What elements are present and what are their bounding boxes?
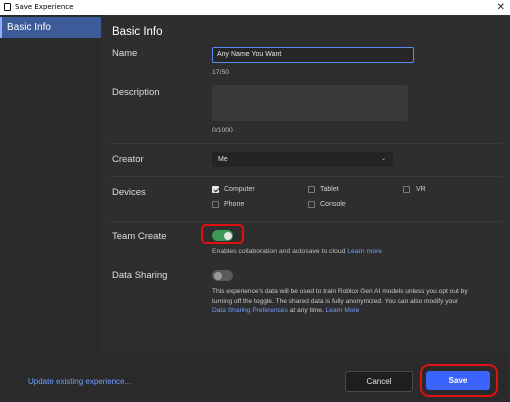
divider [110,221,502,222]
window-title: Save Experience [15,3,74,11]
creator-value: Me [218,156,228,163]
divider [110,176,502,177]
checkbox-label-computer: Computer [224,186,255,193]
name-input[interactable]: Any Name You Want [212,47,414,63]
checkbox-computer[interactable] [212,186,219,193]
data-sharing-label: Data Sharing [112,270,168,281]
chevron-down-icon: ⌄ [380,156,386,162]
team-create-label: Team Create [112,231,167,242]
data-sharing-learn-more-link[interactable]: Learn More [326,307,360,314]
checkbox-vr[interactable] [403,186,410,193]
checkbox-label-console: Console [320,201,346,208]
main-panel: Basic Info Name Any Name You Want 17/50 … [101,15,510,367]
team-create-help-text: Enables collaboration and autosave to cl… [212,248,346,255]
checkbox-console[interactable] [308,201,315,208]
name-char-counter: 17/50 [212,69,230,76]
checkbox-label-tablet: Tablet [320,186,339,193]
data-sharing-toggle[interactable] [212,270,233,281]
data-sharing-help-line3: Data Sharing Preferences at any time. Le… [212,306,507,316]
roblox-studio-icon [4,3,11,11]
close-icon[interactable]: ✕ [497,0,505,15]
checkbox-label-vr: VR [416,186,426,193]
sidebar: Basic Info [0,15,102,402]
creator-label: Creator [112,154,144,165]
divider [110,143,502,144]
title-bar: Save Experience ✕ [0,0,510,15]
sidebar-item-basic-info[interactable]: Basic Info [0,17,101,38]
team-create-learn-more-link[interactable]: Learn more [347,248,382,255]
data-sharing-help-mid: at any time. [287,307,326,314]
checkbox-label-phone: Phone [224,201,245,208]
creator-select[interactable]: Me ⌄ [212,152,393,167]
highlight-annotation [420,364,498,397]
data-sharing-preferences-link[interactable]: Data Sharing Preferences [212,307,288,314]
cancel-button[interactable]: Cancel [345,371,413,392]
description-input[interactable] [212,85,408,121]
team-create-help: Enables collaboration and autosave to cl… [212,248,382,255]
data-sharing-help-line1: This experience's data will be used to t… [212,288,468,295]
name-label: Name [112,48,138,59]
section-heading: Basic Info [112,26,163,38]
team-create-toggle[interactable] [212,230,233,241]
description-label: Description [112,87,160,98]
checkbox-phone[interactable] [212,201,219,208]
toggle-knob [213,271,222,280]
checkbox-tablet[interactable] [308,186,315,193]
devices-label: Devices [112,187,146,198]
data-sharing-help-line2: turning off the toggle. The shared data … [212,297,459,305]
update-existing-experience-link[interactable]: Update existing experience... [28,377,131,386]
toggle-knob [223,231,232,240]
description-char-counter: 0/1000 [212,127,233,134]
data-sharing-help: This experience's data will be used to t… [212,287,507,316]
